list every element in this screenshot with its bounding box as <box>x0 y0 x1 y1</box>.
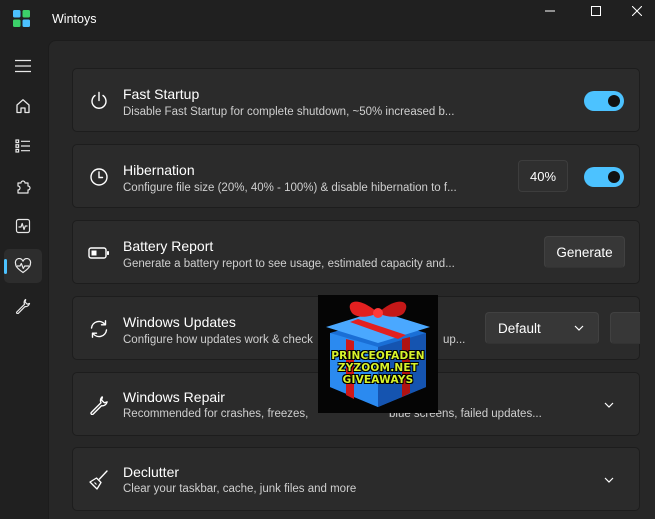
puzzle-icon <box>16 179 31 194</box>
generate-button[interactable]: Generate <box>544 236 625 268</box>
sidebar-item-list[interactable] <box>4 129 42 163</box>
wrench-icon <box>87 393 111 417</box>
giveaway-watermark: PRINCEOFADEN ZYZOOM.NET GIVEAWAYS <box>318 295 438 413</box>
sync-icon <box>87 317 111 341</box>
chevron-down-icon <box>574 325 584 331</box>
sidebar-item-home[interactable] <box>4 89 42 123</box>
chevron-down-icon[interactable] <box>604 477 614 483</box>
battery-icon <box>87 241 111 265</box>
wintoys-logo-icon <box>13 10 30 27</box>
sidebar <box>0 40 48 519</box>
hibernation-description: Configure file size (20%, 40% - 100%) & … <box>123 182 457 194</box>
list-icon <box>15 139 30 153</box>
hibernation-title: Hibernation <box>123 162 195 178</box>
title-bar: Wintoys <box>0 0 655 40</box>
declutter-title: Declutter <box>123 464 180 480</box>
hibernation-toggle[interactable] <box>584 167 624 187</box>
broom-icon <box>87 468 111 492</box>
watermark-line-1: PRINCEOFADEN <box>331 350 425 362</box>
hibernation-size-input[interactable]: 40% <box>518 160 568 192</box>
watermark-line-2: ZYZOOM.NET <box>337 362 419 374</box>
fast-startup-title: Fast Startup <box>123 86 200 102</box>
sidebar-menu-toggle[interactable] <box>4 49 42 83</box>
windows-repair-title: Windows Repair <box>123 389 225 405</box>
windows-updates-description-tail: up... <box>443 334 466 346</box>
toggle-knob <box>608 171 620 183</box>
toggle-knob <box>608 95 620 107</box>
update-mode-dropdown[interactable]: Default <box>485 312 599 344</box>
watermark-line-3: GIVEAWAYS <box>342 374 414 386</box>
hamburger-menu-icon <box>15 59 31 73</box>
declutter-description: Clear your taskbar, cache, junk files an… <box>123 483 357 495</box>
clock-icon <box>87 165 111 189</box>
sidebar-item-apps[interactable] <box>4 169 42 203</box>
fast-startup-description: Disable Fast Startup for complete shutdo… <box>123 106 455 118</box>
close-button[interactable] <box>618 0 655 22</box>
sidebar-item-health[interactable] <box>4 249 42 283</box>
chevron-down-icon[interactable] <box>604 402 614 408</box>
power-icon <box>87 89 111 113</box>
battery-report-card: Battery Report Generate a battery report… <box>72 220 640 284</box>
windows-updates-title: Windows Updates <box>123 314 236 330</box>
activity-monitor-icon <box>15 218 31 234</box>
fast-startup-card: Fast Startup Disable Fast Startup for co… <box>72 68 640 132</box>
battery-report-description: Generate a battery report to see usage, … <box>123 258 455 270</box>
update-mode-value: Default <box>498 320 541 336</box>
close-icon <box>631 6 642 16</box>
home-icon <box>16 99 30 114</box>
maximize-button[interactable] <box>573 0 619 22</box>
wrench-icon <box>16 298 31 314</box>
battery-report-title: Battery Report <box>123 238 214 254</box>
active-indicator <box>4 259 7 274</box>
minimize-button[interactable] <box>527 0 573 22</box>
minimize-icon <box>545 10 555 12</box>
maximize-icon <box>591 6 601 16</box>
update-action-button[interactable] <box>610 312 640 344</box>
windows-updates-description: Configure how updates work & check <box>123 334 313 346</box>
app-title: Wintoys <box>52 12 97 26</box>
health-heart-icon <box>14 258 32 274</box>
fast-startup-toggle[interactable] <box>584 91 624 111</box>
hibernation-card: Hibernation Configure file size (20%, 40… <box>72 144 640 208</box>
windows-repair-description: Recommended for crashes, freezes, <box>123 408 309 420</box>
declutter-card: Declutter Clear your taskbar, cache, jun… <box>72 447 640 511</box>
sidebar-item-performance[interactable] <box>4 209 42 243</box>
sidebar-item-tools[interactable] <box>4 289 42 323</box>
